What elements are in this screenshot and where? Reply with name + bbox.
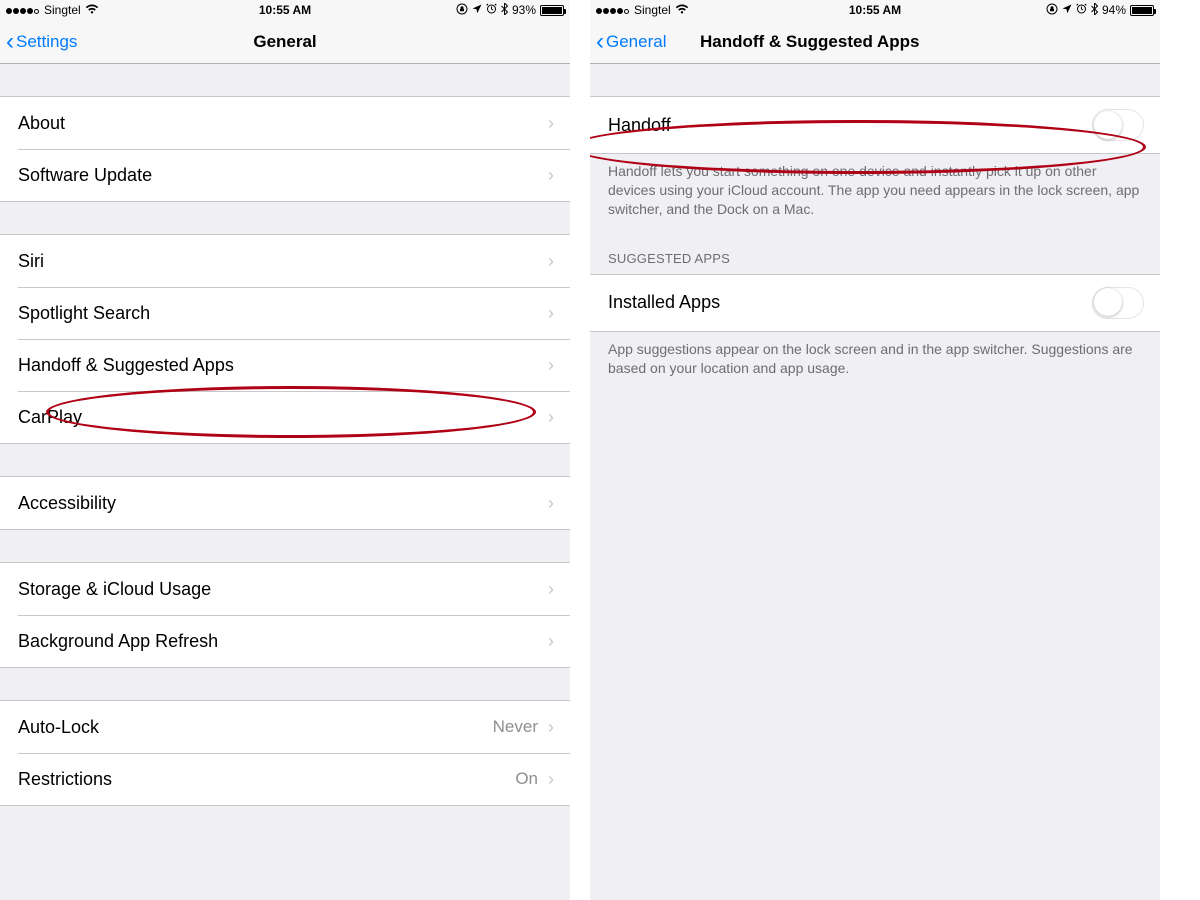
- restrictions-value: On: [515, 769, 538, 789]
- row-auto-lock[interactable]: Auto-Lock Never ›: [0, 701, 570, 753]
- row-handoff-suggested-apps[interactable]: Handoff & Suggested Apps ›: [0, 339, 570, 391]
- general-settings-screen: Singtel 10:55 AM 93% ‹ Settings General: [0, 0, 570, 900]
- row-carplay[interactable]: CarPlay ›: [0, 391, 570, 443]
- row-spotlight-search[interactable]: Spotlight Search ›: [0, 287, 570, 339]
- installed-apps-toggle[interactable]: [1092, 287, 1144, 319]
- row-background-app-refresh[interactable]: Background App Refresh ›: [0, 615, 570, 667]
- nav-bar: ‹ Settings General: [0, 20, 570, 64]
- chevron-right-icon: ›: [548, 355, 554, 376]
- chevron-right-icon: ›: [548, 769, 554, 790]
- status-bar: Singtel 10:55 AM 93%: [0, 0, 570, 20]
- chevron-left-icon: ‹: [6, 30, 14, 54]
- back-button[interactable]: ‹ General: [590, 30, 666, 54]
- row-handoff-toggle[interactable]: Handoff: [590, 97, 1160, 153]
- clock-label: 10:55 AM: [590, 3, 1160, 17]
- handoff-toggle[interactable]: [1092, 109, 1144, 141]
- page-title: General: [0, 32, 570, 52]
- chevron-right-icon: ›: [548, 579, 554, 600]
- chevron-right-icon: ›: [548, 113, 554, 134]
- chevron-left-icon: ‹: [596, 30, 604, 54]
- page-title: Handoff & Suggested Apps: [590, 32, 1160, 52]
- row-siri[interactable]: Siri ›: [0, 235, 570, 287]
- suggested-apps-header: SUGGESTED APPS: [590, 235, 1160, 274]
- battery-icon: [1130, 5, 1154, 16]
- chevron-right-icon: ›: [548, 717, 554, 738]
- back-label: Settings: [16, 32, 77, 52]
- clock-label: 10:55 AM: [0, 3, 570, 17]
- row-about[interactable]: About ›: [0, 97, 570, 149]
- row-storage-icloud-usage[interactable]: Storage & iCloud Usage ›: [0, 563, 570, 615]
- row-installed-apps-toggle[interactable]: Installed Apps: [590, 275, 1160, 331]
- row-software-update[interactable]: Software Update ›: [0, 149, 570, 201]
- status-bar: Singtel 10:55 AM 94%: [590, 0, 1160, 20]
- row-accessibility[interactable]: Accessibility ›: [0, 477, 570, 529]
- row-restrictions[interactable]: Restrictions On ›: [0, 753, 570, 805]
- chevron-right-icon: ›: [548, 407, 554, 428]
- nav-bar: ‹ General Handoff & Suggested Apps: [590, 20, 1160, 64]
- handoff-footer-text: Handoff lets you start something on one …: [590, 154, 1160, 235]
- chevron-right-icon: ›: [548, 165, 554, 186]
- battery-icon: [540, 5, 564, 16]
- back-button[interactable]: ‹ Settings: [0, 30, 77, 54]
- chevron-right-icon: ›: [548, 631, 554, 652]
- handoff-settings-screen: Singtel 10:55 AM 94% ‹ General Handoff &…: [590, 0, 1160, 900]
- chevron-right-icon: ›: [548, 303, 554, 324]
- back-label: General: [606, 32, 666, 52]
- suggested-apps-footer-text: App suggestions appear on the lock scree…: [590, 332, 1160, 394]
- auto-lock-value: Never: [493, 717, 538, 737]
- chevron-right-icon: ›: [548, 251, 554, 272]
- chevron-right-icon: ›: [548, 493, 554, 514]
